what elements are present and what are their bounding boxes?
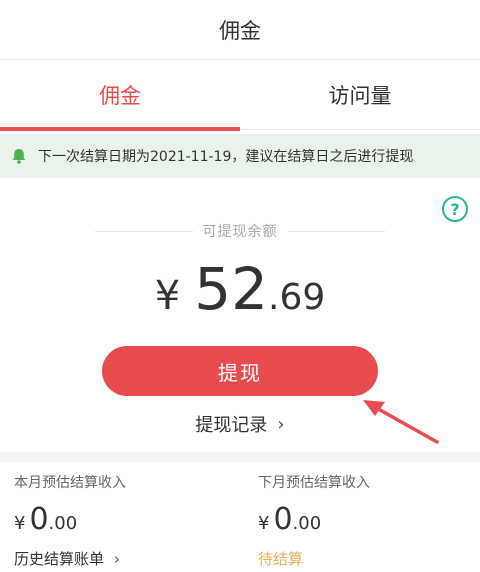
next-month-label: 下月预估结算收入 bbox=[258, 475, 370, 491]
bell-icon bbox=[10, 147, 28, 165]
tab-visits[interactable]: 访问量 bbox=[240, 60, 480, 130]
page-title: 佣金 bbox=[219, 18, 261, 43]
tab-visits-label: 访问量 bbox=[328, 84, 392, 108]
tab-bar: 佣金 访问量 bbox=[0, 60, 480, 131]
balance-label-row: 可提现余额 bbox=[95, 220, 385, 242]
chevron-right-icon: › bbox=[277, 413, 285, 435]
next-month-currency: ¥ bbox=[258, 513, 270, 534]
balance-currency: ¥ bbox=[154, 273, 181, 319]
page-header: 佣金 bbox=[0, 0, 480, 60]
divider-right bbox=[287, 230, 385, 232]
active-tab-indicator bbox=[0, 127, 240, 131]
pending-status: 待结算 bbox=[258, 550, 304, 568]
withdraw-button-label: 提现 bbox=[218, 360, 262, 385]
this-month-integer: 0 bbox=[29, 502, 49, 537]
question-icon[interactable]: ? bbox=[442, 196, 468, 222]
arrow-annotation-icon bbox=[363, 400, 439, 444]
section-divider bbox=[0, 452, 480, 462]
balance-amount: ¥ 52 .69 bbox=[0, 255, 480, 325]
help-symbol: ? bbox=[450, 199, 460, 219]
balance-integer: 52 bbox=[194, 255, 268, 323]
notice-text: 下一次结算日期为2021-11-19，建议在结算日之后进行提现 bbox=[38, 149, 414, 165]
this-month-decimal: .00 bbox=[48, 513, 78, 534]
this-month-label: 本月预估结算收入 bbox=[14, 475, 126, 491]
next-month-integer: 0 bbox=[273, 502, 293, 537]
withdraw-button[interactable]: 提现 bbox=[102, 346, 378, 396]
chevron-right-icon: › bbox=[114, 549, 121, 568]
divider-left bbox=[95, 230, 193, 232]
history-bill-link[interactable]: 历史结算账单 › bbox=[14, 548, 120, 569]
this-month-income: 本月预估结算收入 ¥ 0 .00 历史结算账单 › bbox=[14, 462, 244, 572]
history-bill-label: 历史结算账单 bbox=[14, 550, 105, 568]
settlement-notice: 下一次结算日期为2021-11-19，建议在结算日之后进行提现 bbox=[0, 134, 480, 178]
tab-commission-label: 佣金 bbox=[99, 84, 141, 108]
balance-label: 可提现余额 bbox=[202, 224, 278, 240]
income-stats: 本月预估结算收入 ¥ 0 .00 历史结算账单 › 下月预估结算收入 ¥ 0 .… bbox=[0, 462, 480, 572]
next-month-income: 下月预估结算收入 ¥ 0 .00 待结算 bbox=[258, 462, 480, 572]
next-month-amount: ¥ 0 .00 bbox=[258, 502, 321, 537]
next-month-decimal: .00 bbox=[292, 513, 322, 534]
tab-commission[interactable]: 佣金 bbox=[0, 60, 240, 131]
withdraw-record-label: 提现记录 bbox=[195, 415, 268, 436]
this-month-amount: ¥ 0 .00 bbox=[14, 502, 77, 537]
balance-decimal: .69 bbox=[268, 277, 326, 318]
this-month-currency: ¥ bbox=[14, 513, 26, 534]
